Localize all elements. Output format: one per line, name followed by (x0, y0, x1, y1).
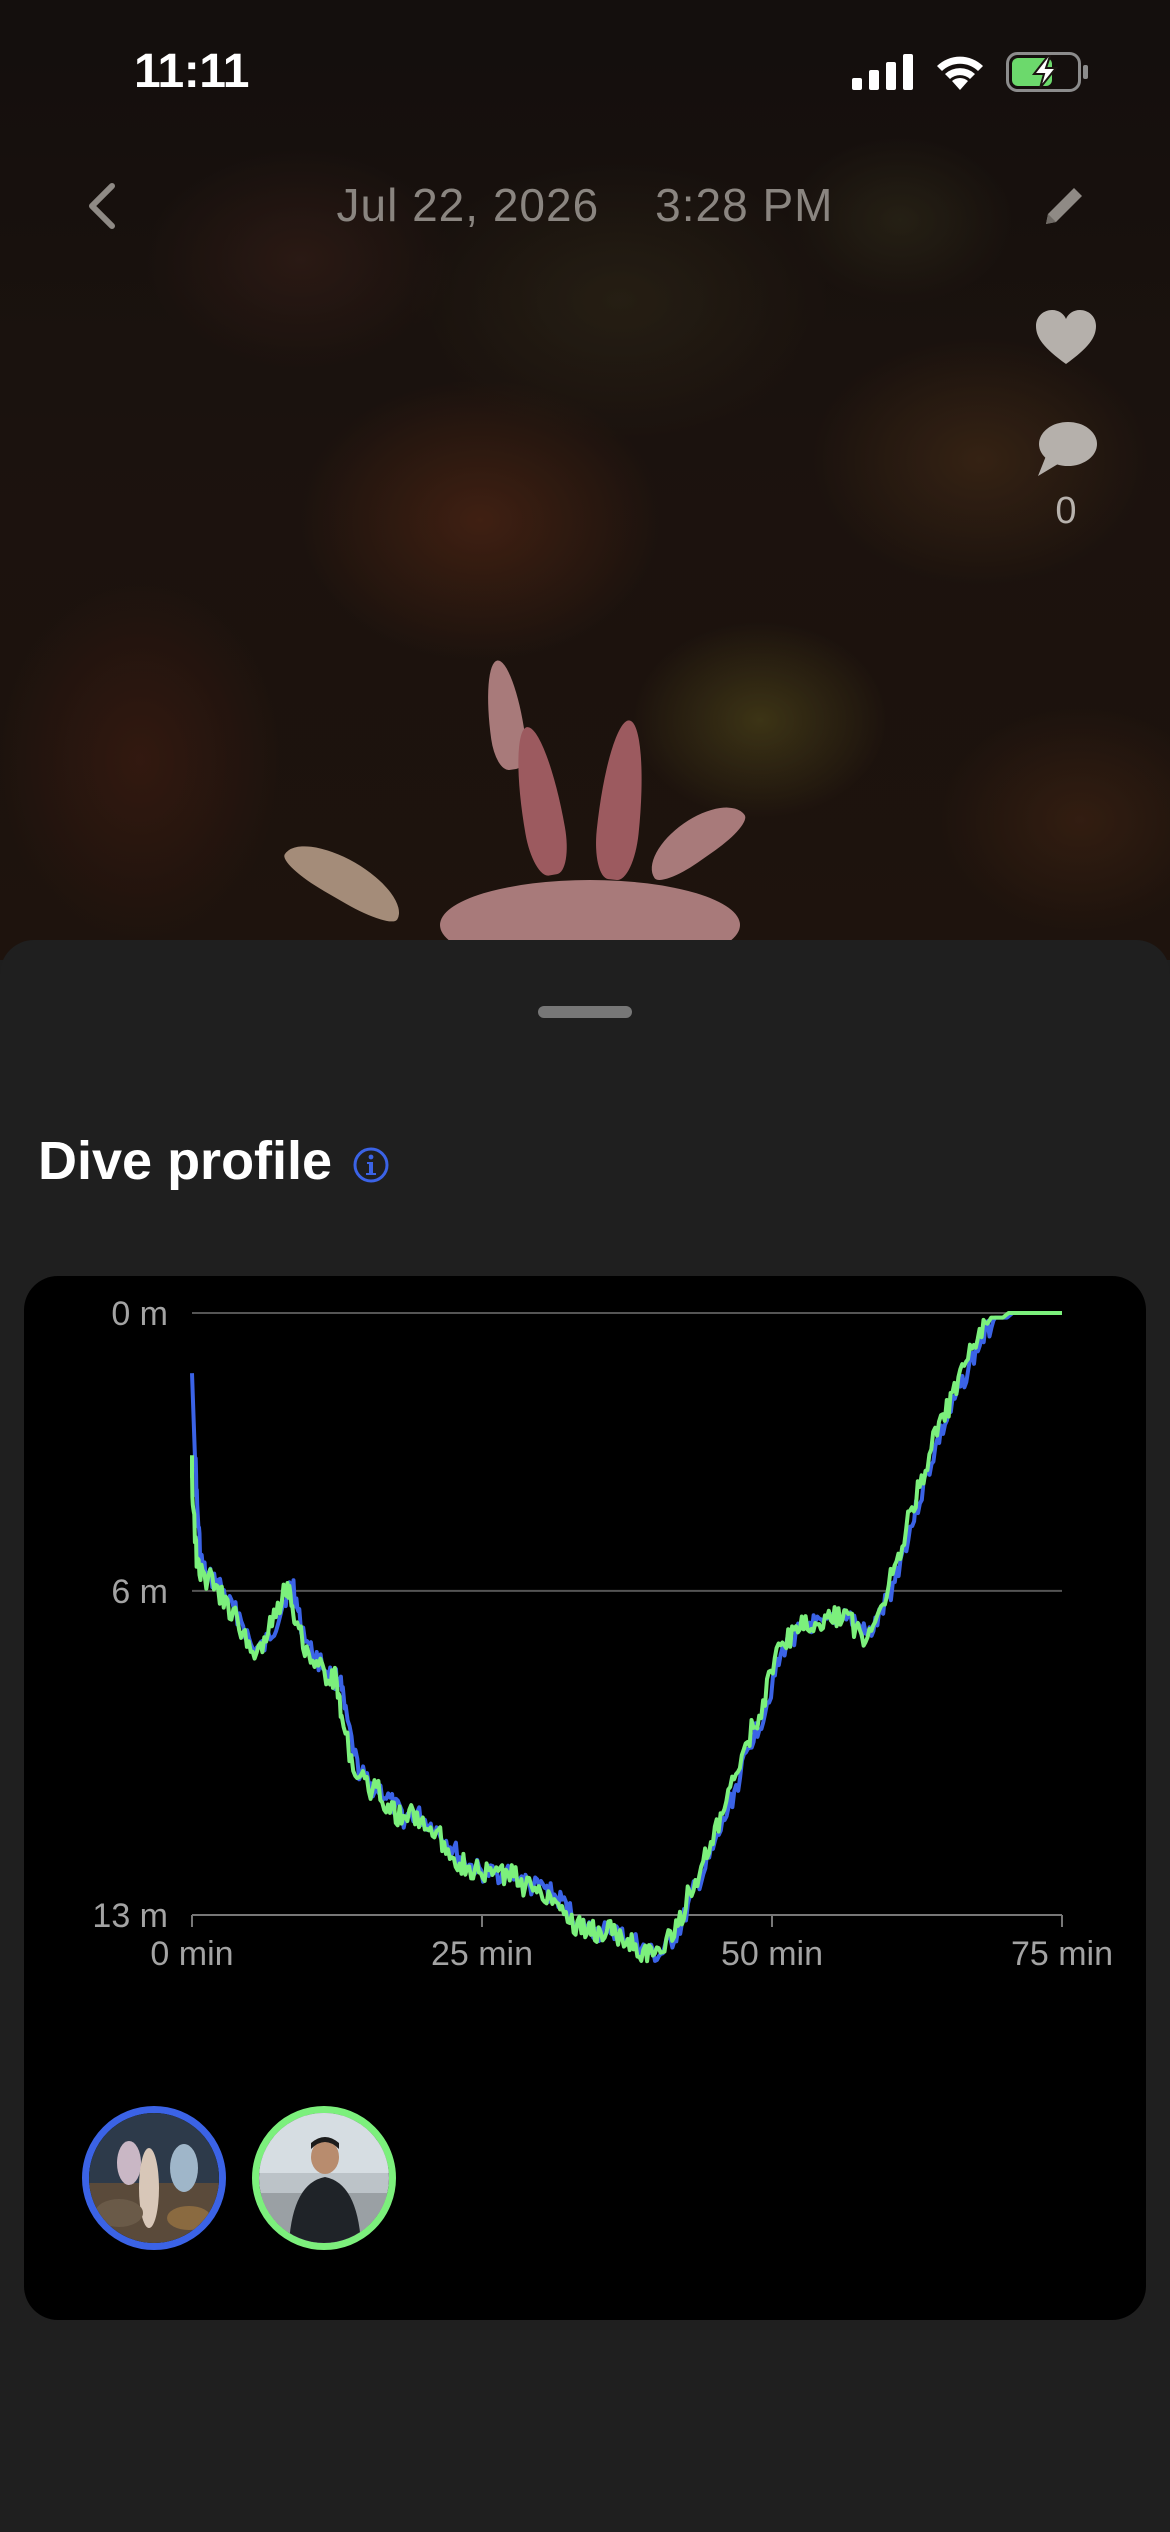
y-tick-label: 13 m (92, 1897, 168, 1935)
dive-profile-line-blue (190, 1311, 1063, 1963)
y-tick-label: 0 m (111, 1295, 168, 1333)
dive-profile-title: Dive profile (38, 1131, 333, 1191)
dive-photo[interactable] (0, 0, 1170, 960)
avatar-photo-person (259, 2113, 389, 2243)
photo-shade (0, 0, 1170, 960)
y-tick-label: 6 m (111, 1573, 168, 1611)
dive-date: Jul 22, 2026 (336, 179, 600, 231)
comment-count: 0 (1055, 490, 1077, 532)
cellular-signal-icon (852, 54, 913, 90)
dive-detail-sheet: Dive profile 0 m 6 m 13 m0 min 25 min 50 min… (0, 940, 1170, 2532)
like-heart-icon[interactable] (1034, 308, 1098, 368)
buddy-avatar-green[interactable] (252, 2106, 396, 2250)
wifi-icon (937, 56, 983, 90)
dive-time: 3:28 PM (655, 179, 834, 231)
status-time: 11:11 (134, 45, 249, 98)
edit-pencil-icon[interactable] (1038, 180, 1090, 232)
comment-bubble-icon[interactable] (1034, 420, 1098, 480)
info-icon[interactable] (352, 1146, 390, 1184)
avatar-photo-coral (89, 2113, 219, 2243)
battery-charging-icon (1006, 52, 1088, 92)
dive-profile-line-green (190, 1311, 1062, 1964)
dive-profile-chart: 0 m 6 m 13 m0 min 25 min 50 min 75 min (92, 1295, 1113, 1973)
x-tick-label: 0 min (150, 1935, 233, 1973)
dive-profile-chart-card: 0 m 6 m 13 m0 min 25 min 50 min 75 min (24, 1276, 1146, 2320)
x-tick-label: 25 min (431, 1935, 533, 1973)
status-icons (852, 52, 1090, 92)
x-tick-label: 50 min (721, 1935, 823, 1973)
buddy-avatar-blue[interactable] (82, 2106, 226, 2250)
x-tick-label: 75 min (1011, 1935, 1113, 1973)
sheet-grabber[interactable] (538, 1006, 632, 1018)
dive-datetime: Jul 22, 2026 3:28 PM (0, 178, 1170, 232)
